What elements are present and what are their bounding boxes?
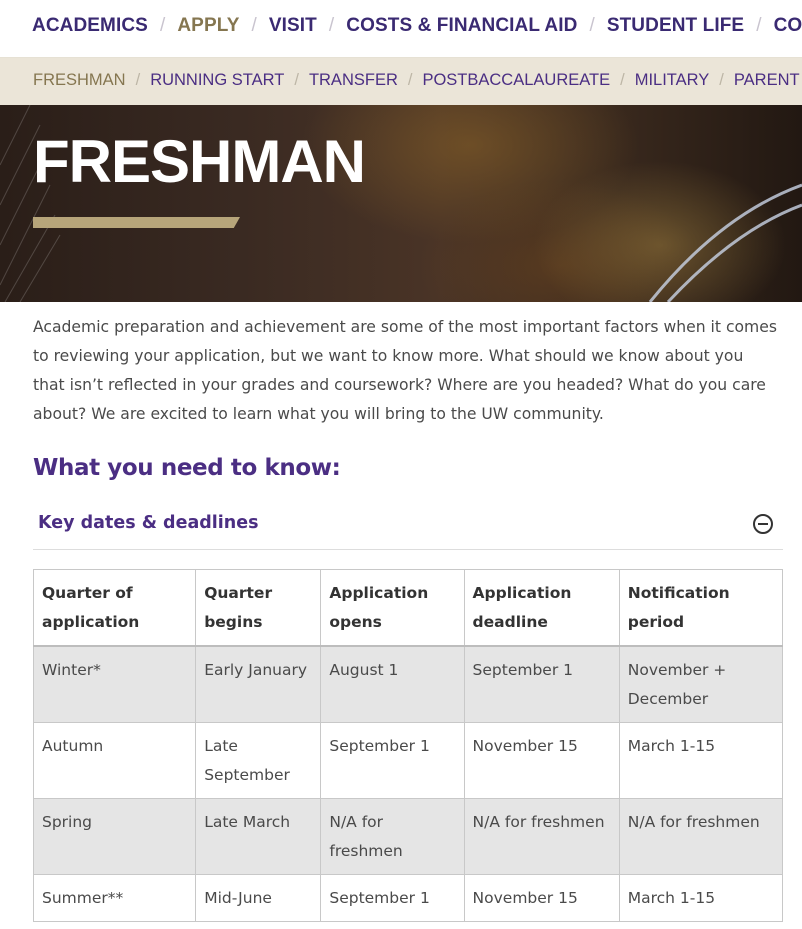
intro-paragraph: Academic preparation and achievement are… [33, 318, 777, 423]
table-cell: Late March [195, 798, 322, 875]
sub-nav-separator: / [407, 71, 413, 89]
top-navigation: ACADEMICS / APPLY / VISIT / COSTS & FINANCIAL … [0, 0, 802, 58]
table-cell: Summer** [32, 874, 197, 922]
key-dates-accordion-header[interactable]: Key dates & deadlines [33, 500, 783, 550]
sub-nav-item-parent[interactable]: PARENT [734, 71, 800, 89]
table-cell: March 1-15 [618, 874, 784, 922]
accordion-label: Key dates & deadlines [38, 513, 259, 533]
key-dates-table: Quarter of application Quarter begins Appl… [32, 569, 784, 922]
section-heading: What you need to know: [33, 455, 341, 481]
column-header: Quarter begins [195, 569, 322, 647]
table-cell: November + December [618, 645, 784, 723]
top-nav-item-visit[interactable]: VISIT [269, 15, 317, 36]
top-nav-item-con[interactable]: CON [774, 15, 802, 36]
column-header: Application deadline [463, 569, 620, 647]
table-cell: November 15 [463, 722, 620, 799]
top-nav-separator: / [159, 15, 166, 36]
top-nav-item-costs-and-financial-aid[interactable]: COSTS & FINANCIAL AID [346, 15, 577, 36]
table-cell: N/A for freshmen [320, 798, 465, 875]
sub-nav-items: FRESHMAN / RUNNING START / TRANSFER / POSTBACC… [33, 71, 800, 90]
top-nav-separator: / [589, 15, 595, 36]
sub-nav-item-running-start[interactable]: RUNNING START [150, 71, 284, 89]
top-nav-item-student-life[interactable]: STUDENT LIFE [607, 15, 744, 36]
top-nav-separator: / [328, 15, 335, 36]
table-cell: Autumn [32, 722, 197, 799]
sub-nav-separator: / [135, 71, 141, 89]
table-cell: September 1 [320, 874, 465, 922]
top-nav-item-apply[interactable]: APPLY [177, 15, 239, 36]
table-cell: September 1 [320, 722, 465, 799]
sub-navigation: FRESHMAN / RUNNING START / TRANSFER / POSTBACC… [0, 58, 802, 105]
sub-nav-item-military[interactable]: MILITARY [635, 71, 710, 89]
table-cell: Late September [195, 722, 322, 799]
table-cell: Mid-June [195, 874, 322, 922]
table-cell: September 1 [463, 645, 620, 723]
column-header: Quarter of application [32, 569, 197, 647]
sub-nav-separator: / [620, 71, 625, 89]
title-underline-bar [33, 217, 240, 228]
table-body: Winter* Early January August 1 September 1N… [32, 645, 784, 922]
hero-banner: FRESHMAN [0, 105, 802, 302]
table-cell: November 15 [463, 874, 620, 922]
minus-circle-icon[interactable] [753, 514, 773, 534]
top-nav-items: ACADEMICS / APPLY / VISIT / COSTS & FINANCIAL … [32, 15, 802, 37]
table-header-row: Quarter of application Quarter begins Appl… [32, 569, 784, 647]
table-row: Autumn Late September September 1 November … [32, 722, 784, 799]
page-title: FRESHMAN [33, 128, 366, 195]
sub-nav-item-freshman[interactable]: FRESHMAN [33, 71, 126, 89]
table-cell: N/A for freshmen [618, 798, 784, 875]
column-header: Notification period [618, 569, 784, 647]
table-cell: N/A for freshmen [463, 798, 620, 875]
table-row: Spring Late March N/A for freshmen N/A for … [32, 798, 784, 875]
sub-nav-separator: / [719, 71, 724, 89]
top-nav-separator: / [756, 15, 762, 36]
sub-nav-item-postbaccalaureate[interactable]: POSTBACCALAUREATE [422, 71, 610, 89]
sub-nav-separator: / [294, 71, 299, 89]
table-cell: August 1 [320, 645, 465, 723]
column-header: Application opens [320, 569, 465, 647]
table-row: Summer** Mid-June September 1 November 15 Ma… [32, 874, 784, 922]
table-cell: March 1-15 [618, 722, 784, 799]
table-row: Winter* Early January August 1 September 1N… [32, 645, 784, 723]
table-cell: Early January [195, 645, 322, 723]
table-cell: Spring [32, 798, 197, 875]
top-nav-item-academics[interactable]: ACADEMICS [32, 15, 148, 36]
top-nav-separator: / [251, 15, 257, 36]
sub-nav-item-transfer[interactable]: TRANSFER [309, 71, 398, 89]
table-cell: Winter* [32, 645, 197, 723]
